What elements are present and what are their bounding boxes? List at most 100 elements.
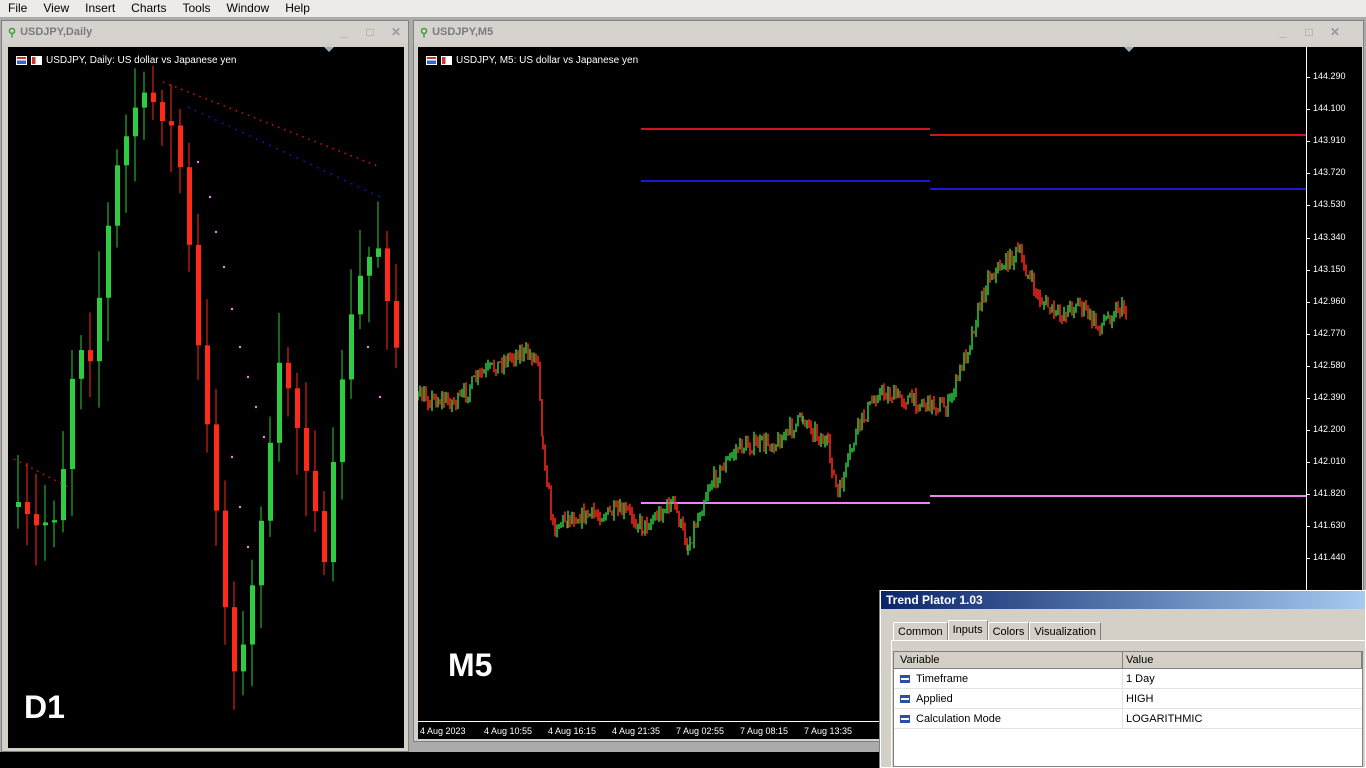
flag-icon [426, 56, 437, 65]
candle-body [70, 378, 75, 470]
time-tick: 4 Aug 2023 [420, 726, 466, 736]
support-dot [238, 505, 242, 509]
flag-icon [16, 56, 27, 65]
candle-body [43, 522, 48, 526]
timeframe-overlay: D1 [24, 689, 65, 725]
tab-colors[interactable]: Colors [987, 622, 1030, 640]
dialog-title[interactable]: Trend Plator 1.03 [881, 591, 1365, 609]
support-dot [246, 545, 250, 549]
tab-common[interactable]: Common [893, 622, 948, 640]
candle-body [277, 362, 282, 443]
support-dot [238, 345, 242, 349]
price-tick: 143.910 [1306, 135, 1346, 145]
chart-description: USDJPY, Daily: US dollar vs Japanese yen [46, 55, 237, 66]
candle-body [151, 92, 156, 103]
support-dot [262, 435, 266, 439]
value-cell[interactable]: LOGARITHMIC [1123, 709, 1362, 728]
chart-shift-marker[interactable] [1124, 47, 1134, 52]
menu-help[interactable]: Help [277, 0, 318, 17]
variable-cell: Timeframe [894, 669, 1123, 688]
window-controls: _ □ ✕ [338, 25, 402, 39]
blue-trendline [187, 106, 381, 198]
input-row[interactable]: Applied HIGH [894, 689, 1362, 709]
chart-description: USDJPY, M5: US dollar vs Japanese yen [456, 55, 639, 66]
support-dot [222, 265, 226, 269]
menu-tools[interactable]: Tools [175, 0, 219, 17]
variable-name: Timeframe [916, 672, 969, 685]
support-dot [230, 307, 234, 311]
value-cell[interactable]: HIGH [1123, 689, 1362, 708]
maximize-button[interactable]: □ [1303, 25, 1315, 39]
variable-name: Calculation Mode [916, 712, 1001, 725]
price-tick: 142.580 [1306, 360, 1346, 370]
price-tick: 141.820 [1306, 488, 1346, 498]
menu-bar: File View Insert Charts Tools Window Hel… [0, 0, 1366, 17]
price-tick: 141.630 [1306, 520, 1346, 530]
window-controls: _ □ ✕ [1277, 25, 1341, 39]
tab-visualization[interactable]: Visualization [1029, 622, 1101, 640]
candle-body [268, 442, 273, 521]
candle-body [349, 314, 354, 380]
close-button[interactable]: ✕ [1329, 25, 1341, 39]
price-tick: 142.010 [1306, 456, 1346, 466]
menu-window[interactable]: Window [219, 0, 278, 17]
input-row[interactable]: Timeframe 1 Day [894, 669, 1362, 689]
candle-body [385, 248, 390, 302]
chart-type-icon [31, 56, 42, 65]
timeframe-overlay: M5 [448, 647, 493, 683]
candle-body [304, 427, 309, 471]
candle-body [259, 520, 264, 586]
chart-window-icon: ⚲ [420, 26, 429, 39]
support-dot [366, 345, 370, 349]
column-variable[interactable]: Variable [894, 652, 1123, 669]
chart-canvas-daily[interactable]: USDJPY, Daily: US dollar vs Japanese yen… [8, 47, 404, 748]
red-trendline [162, 81, 381, 168]
candle-body [250, 585, 255, 645]
menu-charts[interactable]: Charts [123, 0, 174, 17]
minimize-button[interactable]: _ [338, 25, 350, 39]
chart-shift-marker[interactable] [324, 47, 334, 52]
chart-window-icon: ⚲ [8, 26, 17, 39]
price-tick: 142.770 [1306, 328, 1346, 338]
chart-type-icon [441, 56, 452, 65]
variable-cell: Applied [894, 689, 1123, 708]
candle-body [178, 125, 183, 168]
time-tick: 7 Aug 02:55 [676, 726, 725, 736]
maximize-button[interactable]: □ [364, 25, 376, 39]
candle-body [169, 121, 174, 126]
terminal-app: File View Insert Charts Tools Window Hel… [0, 0, 1366, 768]
value-cell[interactable]: 1 Day [1123, 669, 1362, 688]
candle-body [79, 350, 84, 379]
price-tick: 143.530 [1306, 199, 1346, 209]
window-title: USDJPY,Daily [20, 26, 93, 38]
candle-body [196, 244, 201, 346]
support-dot [246, 375, 250, 379]
window-titlebar[interactable]: ⚲ USDJPY,M5 _ □ ✕ [414, 21, 1363, 43]
minimize-button[interactable]: _ [1277, 25, 1289, 39]
menu-file[interactable]: File [0, 0, 35, 17]
menu-insert[interactable]: Insert [77, 0, 123, 17]
tab-inputs[interactable]: Inputs [947, 620, 988, 640]
parameter-icon [900, 694, 910, 703]
support-dot [214, 230, 218, 234]
window-titlebar[interactable]: ⚲ USDJPY,Daily _ □ ✕ [2, 21, 408, 43]
candle-body [88, 350, 93, 362]
candle-body [133, 107, 138, 137]
candle-body [61, 469, 66, 521]
close-button[interactable]: ✕ [390, 25, 402, 39]
menu-view[interactable]: View [35, 0, 77, 17]
candle-body [340, 379, 345, 463]
daily-candles [13, 65, 399, 710]
support-dot [196, 160, 200, 164]
chart-symbol-label: USDJPY, M5: US dollar vs Japanese yen [426, 55, 638, 66]
price-tick: 143.150 [1306, 264, 1346, 274]
chart-window-daily[interactable]: ⚲ USDJPY,Daily _ □ ✕ USDJPY, Daily: US d… [1, 20, 409, 752]
time-tick: 7 Aug 08:15 [740, 726, 789, 736]
column-value[interactable]: Value [1123, 652, 1362, 669]
price-tick: 143.720 [1306, 167, 1346, 177]
parameter-icon [900, 674, 910, 683]
grid-header: Variable Value [894, 652, 1362, 669]
candle-body [124, 136, 129, 166]
input-row[interactable]: Calculation Mode LOGARITHMIC [894, 709, 1362, 729]
support-dot [378, 395, 382, 399]
